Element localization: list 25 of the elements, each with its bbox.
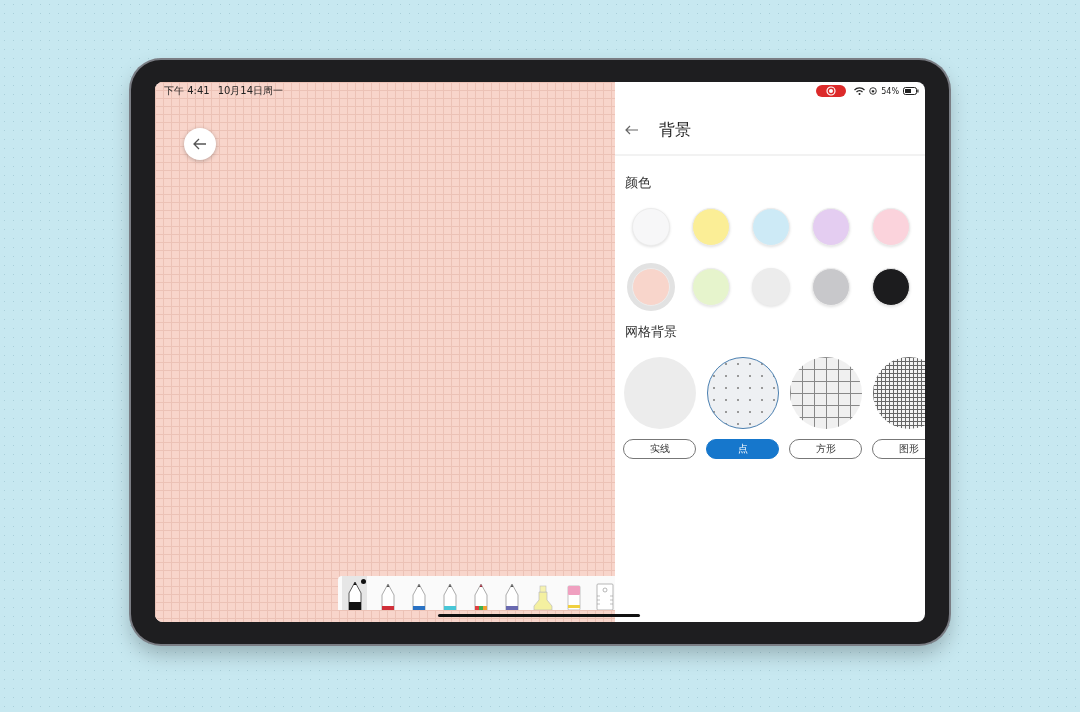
color-swatch[interactable]	[752, 208, 790, 246]
panel-title: 背景	[659, 119, 691, 141]
grid-option-button[interactable]: 图形	[872, 439, 925, 459]
color-swatch[interactable]	[812, 208, 850, 246]
color-swatch[interactable]	[812, 268, 850, 306]
grid-option-button[interactable]: 实线	[623, 439, 696, 459]
back-arrow-icon	[193, 138, 207, 150]
back-button[interactable]	[184, 128, 216, 160]
rotation-lock-icon	[869, 87, 878, 95]
grid-preview[interactable]	[872, 357, 925, 429]
color-swatch[interactable]	[872, 208, 910, 246]
back-arrow-icon[interactable]	[625, 125, 639, 135]
section-title: 网格背景	[624, 323, 678, 341]
grid-option-button[interactable]: 方形	[789, 439, 862, 459]
color-swatch[interactable]	[692, 268, 730, 306]
color-swatch[interactable]	[692, 208, 730, 246]
battery-icon	[903, 87, 919, 95]
wifi-icon	[854, 87, 866, 95]
battery-percent: 54%	[881, 86, 899, 96]
section-title: 颜色	[624, 174, 652, 192]
grid-option-button[interactable]: 点	[706, 439, 779, 459]
pencil-icon[interactable]	[342, 576, 367, 610]
status-time: 下午 4:41	[164, 84, 210, 98]
status-date: 10月14日周一	[217, 84, 284, 98]
color-swatch[interactable]	[872, 268, 910, 306]
